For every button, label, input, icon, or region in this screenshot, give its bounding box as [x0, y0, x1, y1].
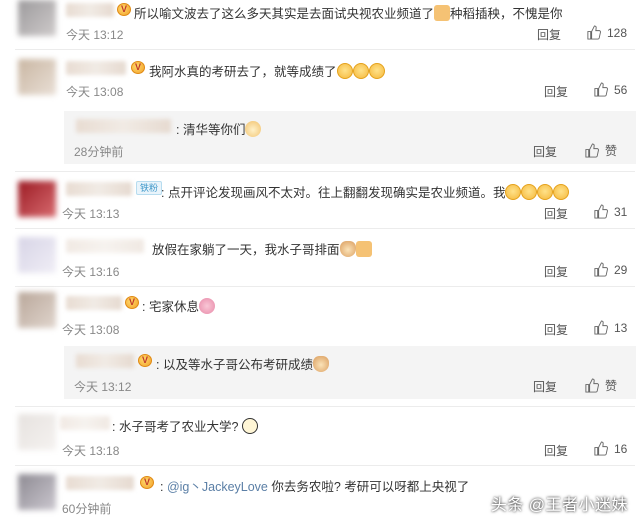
comment-text: 所以喻文波去了这么多天其实是去面试央视农业频道了 种稻插秧，不愧是你: [134, 5, 563, 21]
thumbs-up-icon: [585, 378, 599, 393]
timestamp: 今天 13:12: [74, 380, 132, 394]
timestamp: 今天 13:18: [62, 444, 120, 458]
thumbs-up-icon: [594, 82, 608, 97]
grin-emoji-icon: [521, 184, 538, 200]
thumbs-up-emoji-icon: [355, 241, 372, 257]
timestamp: 今天 13:13: [62, 207, 120, 221]
like-button[interactable]: 128: [586, 25, 627, 40]
thumbs-up-icon: [594, 262, 608, 277]
reply-button[interactable]: 回复: [533, 378, 557, 395]
avatar[interactable]: [18, 59, 56, 95]
sub-reply-text: : 以及等水子哥公布考研成绩: [156, 354, 329, 373]
username[interactable]: [66, 476, 134, 490]
vip-badge-icon: V: [117, 3, 131, 16]
divider: [15, 171, 635, 172]
timestamp: 今天 13:08: [66, 85, 124, 99]
username[interactable]: [66, 296, 122, 310]
timestamp: 今天 13:16: [62, 265, 120, 279]
like-label: 赞: [605, 379, 618, 393]
like-button[interactable]: 13: [593, 320, 627, 335]
timestamp: 今天 13:12: [66, 28, 124, 42]
like-count: 13: [614, 320, 628, 335]
comment-text: : 点开评论发现画风不太对。往上翻翻发现确实是农业频道。我: [161, 182, 570, 201]
comment-text: 我阿水真的考研去了，就等成绩了: [149, 61, 385, 80]
like-count: 31: [614, 204, 628, 219]
username[interactable]: [76, 119, 171, 133]
avatar[interactable]: [18, 181, 56, 217]
thumbs-up-icon: [594, 320, 608, 335]
timestamp: 60分钟前: [62, 502, 112, 516]
avatar[interactable]: [18, 474, 56, 510]
like-button[interactable]: 赞: [584, 142, 617, 159]
avatar[interactable]: [18, 0, 56, 36]
comment-text: : 宅家休息: [142, 296, 215, 315]
timestamp: 28分钟前: [74, 145, 124, 159]
username[interactable]: [66, 182, 132, 196]
reply-button[interactable]: 回复: [537, 26, 561, 43]
divider: [15, 49, 635, 50]
thumbs-up-icon: [594, 204, 608, 219]
like-button[interactable]: 29: [593, 262, 627, 277]
thumbs-up-emoji-icon: [434, 5, 451, 21]
vip-badge-icon: V: [131, 61, 145, 74]
divider: [15, 228, 635, 229]
divider: [15, 406, 635, 407]
avatar[interactable]: [18, 292, 56, 328]
nerd-glasses-emoji-icon: [241, 418, 258, 434]
mention-link[interactable]: @ig丶JackeyLove: [167, 480, 268, 494]
sub-reply: : 清华等你们 28分钟前 回复 赞: [64, 111, 636, 164]
reply-button[interactable]: 回复: [533, 143, 557, 160]
divider: [15, 286, 635, 287]
grin-emoji-icon: [553, 184, 570, 200]
like-count: 16: [614, 441, 628, 456]
like-button[interactable]: 56: [593, 82, 627, 97]
username[interactable]: [76, 354, 134, 368]
reply-button[interactable]: 回复: [544, 263, 568, 280]
like-button[interactable]: 16: [593, 441, 627, 456]
thumbs-up-icon: [585, 143, 599, 158]
username[interactable]: [60, 416, 110, 430]
avatar[interactable]: [18, 237, 56, 273]
doge-emoji-icon: [245, 121, 262, 137]
avatar[interactable]: [18, 414, 56, 450]
cat-emoji-icon: [339, 241, 356, 257]
reply-button[interactable]: 回复: [544, 442, 568, 459]
comment-text: 放假在家躺了一天，我水子哥排面: [152, 239, 372, 258]
thumbs-up-icon: [594, 441, 608, 456]
smile-emoji-icon: [352, 63, 369, 79]
like-count: 128: [607, 25, 628, 40]
fan-badge: 铁粉: [136, 181, 163, 195]
comment-text: : 水子哥考了农业大学?: [112, 416, 258, 435]
vip-badge-icon: V: [125, 296, 139, 309]
comment-text: : @ig丶JackeyLove 你去务农啦? 考研可以呀都上央视了: [160, 480, 470, 494]
smile-emoji-icon: [336, 63, 353, 79]
like-count: 29: [614, 262, 628, 277]
vip-badge-icon: V: [140, 476, 154, 489]
reply-button[interactable]: 回复: [544, 83, 568, 100]
watermark: 头条 @王者小迷妹: [490, 497, 628, 514]
like-label: 赞: [605, 144, 618, 158]
pig-emoji-icon: [198, 298, 215, 314]
smile-emoji-icon: [368, 63, 385, 79]
like-button[interactable]: 31: [593, 204, 627, 219]
reply-button[interactable]: 回复: [544, 205, 568, 222]
grin-emoji-icon: [537, 184, 554, 200]
username[interactable]: [66, 239, 144, 253]
vip-badge-icon: V: [138, 354, 152, 367]
reply-button[interactable]: 回复: [544, 321, 568, 338]
divider: [15, 465, 635, 466]
username[interactable]: [66, 3, 114, 17]
grin-emoji-icon: [505, 184, 522, 200]
timestamp: 今天 13:08: [62, 323, 120, 337]
cat-emoji-icon: [312, 356, 329, 372]
sub-reply-text: : 清华等你们: [176, 119, 262, 138]
sub-reply: V : 以及等水子哥公布考研成绩 今天 13:12 回复 赞: [64, 346, 636, 399]
like-count: 56: [614, 82, 628, 97]
thumbs-up-icon: [587, 25, 601, 40]
username[interactable]: [66, 61, 126, 75]
like-button[interactable]: 赞: [584, 377, 617, 394]
